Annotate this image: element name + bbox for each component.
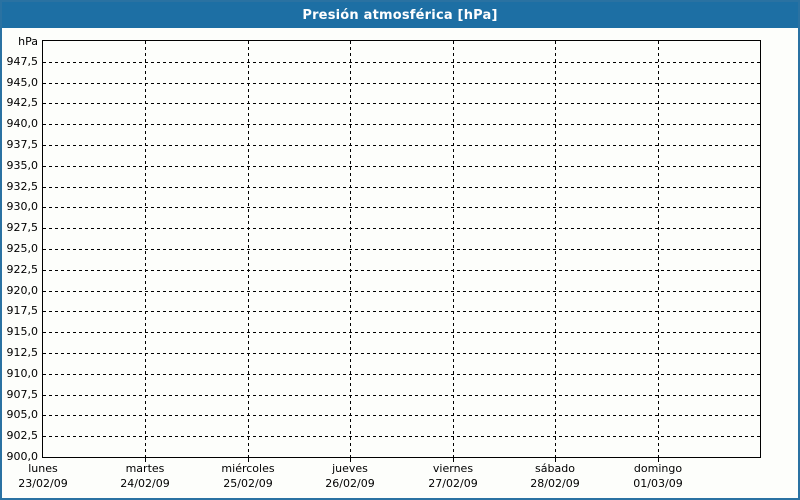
y-tick-label: 900,0 <box>6 450 39 463</box>
y-tick-label: 910,0 <box>6 367 39 380</box>
y-tick-label: 907,5 <box>6 388 39 401</box>
day-date: 01/03/09 <box>633 477 683 490</box>
y-tick-label: 920,0 <box>6 284 39 297</box>
y-tick-label: 905,0 <box>6 408 39 421</box>
day-date: 25/02/09 <box>223 477 273 490</box>
day-date: 26/02/09 <box>325 477 375 490</box>
x-day-label: viernes 27/02/09 <box>401 461 505 491</box>
y-tick-label: 940,0 <box>6 117 39 130</box>
y-tick-label: 927,5 <box>6 221 39 234</box>
y-tick-label: 945,0 <box>6 76 39 89</box>
day-name: miércoles <box>221 462 275 475</box>
x-axis-tick <box>350 458 351 462</box>
x-day-label: sábado 28/02/09 <box>503 461 607 491</box>
day-date: 24/02/09 <box>120 477 170 490</box>
y-tick-label: 917,5 <box>6 304 39 317</box>
y-tick-label: 912,5 <box>6 346 39 359</box>
day-date: 23/02/09 <box>18 477 68 490</box>
chart-title: Presión atmosférica [hPa] <box>302 7 498 23</box>
y-tick-label: 922,5 <box>6 263 39 276</box>
day-name: lunes <box>28 462 58 475</box>
y-tick-label: 932,5 <box>6 180 39 193</box>
pressure-chart-widget: Presión atmosférica [hPa] hPa 947,5 945,0… <box>0 0 800 500</box>
title-bar: Presión atmosférica [hPa] <box>2 2 798 28</box>
day-name: jueves <box>332 462 368 475</box>
day-name: viernes <box>432 462 474 475</box>
day-name: sábado <box>535 462 575 475</box>
plot-area <box>42 40 761 458</box>
x-day-label: lunes 23/02/09 <box>2 461 95 491</box>
y-tick-label: 935,0 <box>6 159 39 172</box>
x-day-label: jueves 26/02/09 <box>298 461 402 491</box>
x-axis-tick <box>248 458 249 462</box>
x-day-label: martes 24/02/09 <box>93 461 197 491</box>
x-axis-tick <box>453 458 454 462</box>
y-tick-label: 930,0 <box>6 200 39 213</box>
x-axis-tick <box>145 458 146 462</box>
y-tick-label: 947,5 <box>6 55 39 68</box>
x-axis-tick <box>658 458 659 462</box>
day-date: 28/02/09 <box>530 477 580 490</box>
day-name: domingo <box>633 462 683 475</box>
y-tick-label: 902,5 <box>6 429 39 442</box>
day-name: martes <box>125 462 165 475</box>
x-day-label: miércoles 25/02/09 <box>196 461 300 491</box>
day-date: 27/02/09 <box>428 477 478 490</box>
y-tick-label: 915,0 <box>6 325 39 338</box>
y-tick-label: 942,5 <box>6 96 39 109</box>
x-axis-tick <box>555 458 556 462</box>
x-day-label: domingo 01/03/09 <box>606 461 710 491</box>
y-axis-unit-label: hPa <box>18 35 38 48</box>
y-tick-label: 925,0 <box>6 242 39 255</box>
y-tick-label: 937,5 <box>6 138 39 151</box>
